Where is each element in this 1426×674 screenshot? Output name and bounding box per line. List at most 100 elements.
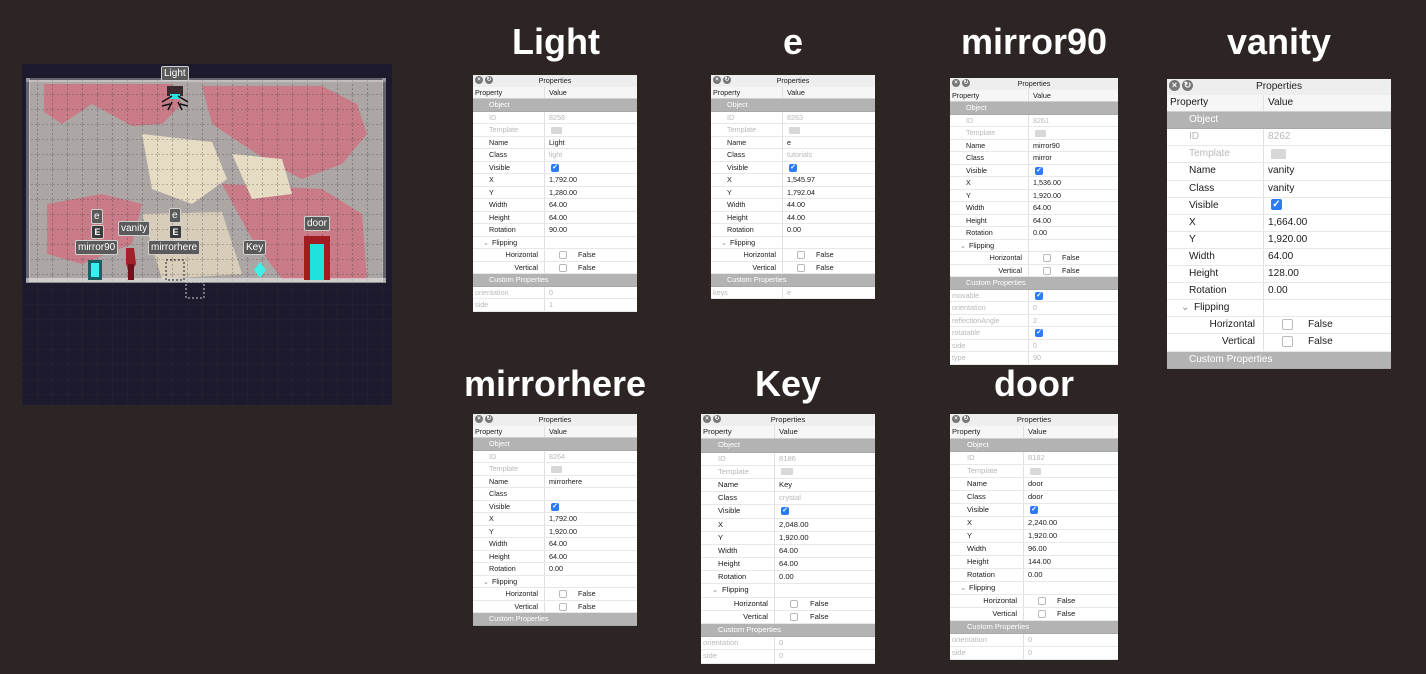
checkbox[interactable] <box>1035 166 1043 175</box>
prop-rotation-value[interactable]: 0.00 <box>1029 227 1118 239</box>
close-icon[interactable]: × <box>1169 80 1180 91</box>
prop-rotation[interactable]: Rotation 90.00 <box>473 224 637 237</box>
section-object[interactable]: Object <box>950 439 1118 452</box>
prop-width-value[interactable]: 64.00 <box>1264 249 1391 265</box>
prop-rotation[interactable]: Rotation 0.00 <box>950 569 1118 582</box>
prop-name[interactable]: Name mirror90 <box>950 139 1118 152</box>
prop-height-value[interactable]: 64.00 <box>545 551 637 563</box>
column-value[interactable]: Value <box>1024 426 1118 438</box>
prop-flip-horizontal[interactable]: Horizontal False <box>473 588 637 601</box>
prop-id[interactable]: ID 8262 <box>1167 129 1391 147</box>
column-value[interactable]: Value <box>775 426 875 438</box>
float-icon[interactable]: ↻ <box>485 415 493 423</box>
prop-x[interactable]: X 2,048.00 <box>701 518 875 532</box>
prop-class-value[interactable] <box>545 488 637 500</box>
chevron-down-icon[interactable]: ⌄ <box>483 237 492 249</box>
map-label-mirror90[interactable]: mirror90 <box>75 240 119 255</box>
section-object[interactable]: Object <box>473 99 637 112</box>
chevron-down-icon[interactable]: ⌄ <box>721 237 730 249</box>
map-label-key[interactable]: Key <box>243 240 267 255</box>
prop-flipping[interactable]: ⌄ Flipping <box>701 584 875 598</box>
prop-height[interactable]: Height 64.00 <box>950 214 1118 227</box>
prop-visible-value[interactable] <box>1264 198 1391 214</box>
column-value[interactable]: Value <box>545 87 637 99</box>
custom-prop-orientation[interactable]: orientation 0 <box>950 634 1118 647</box>
prop-visible-value[interactable] <box>1029 165 1118 177</box>
prop-rotation[interactable]: Rotation 0.00 <box>1167 283 1391 301</box>
prop-class[interactable]: Class tutorials <box>711 149 875 162</box>
checkbox[interactable] <box>551 163 559 172</box>
prop-y-value[interactable]: 1,280.00 <box>545 187 637 199</box>
checkbox[interactable] <box>559 251 567 260</box>
prop-flip-horizontal[interactable]: Horizontal False <box>701 597 875 611</box>
prop-flip-horizontal-value[interactable]: False <box>783 249 875 261</box>
checkbox[interactable] <box>790 599 798 608</box>
prop-y-value[interactable]: 1,920.00 <box>1264 232 1391 248</box>
custom-prop-value[interactable]: 1 <box>545 299 637 311</box>
prop-x[interactable]: X 1,664.00 <box>1167 214 1391 232</box>
prop-y[interactable]: Y 1,920.00 <box>950 530 1118 543</box>
prop-flip-vertical[interactable]: Vertical False <box>701 610 875 624</box>
prop-template[interactable]: Template <box>1167 146 1391 164</box>
map-label-vanity[interactable]: vanity <box>118 221 151 236</box>
prop-class[interactable]: Class vanity <box>1167 180 1391 198</box>
column-value[interactable]: Value <box>1029 90 1118 102</box>
section-custom-properties[interactable]: Custom Properties <box>950 277 1118 290</box>
prop-id[interactable]: ID 8258 <box>473 111 637 124</box>
prop-rotation-value[interactable]: 0.00 <box>1264 283 1391 299</box>
section-object[interactable]: Object <box>1167 112 1391 130</box>
prop-x-value[interactable]: 2,240.00 <box>1024 517 1118 529</box>
section-custom-properties[interactable]: Custom Properties <box>473 613 637 626</box>
custom-prop-movable[interactable]: movable <box>950 289 1118 302</box>
column-property[interactable]: Property <box>473 86 545 98</box>
section-custom-properties[interactable]: Custom Properties <box>1167 351 1391 369</box>
column-value[interactable]: Value <box>545 426 637 438</box>
prop-template[interactable]: Template <box>711 124 875 137</box>
prop-height-value[interactable]: 64.00 <box>545 212 637 224</box>
map-label-e-2[interactable]: e <box>169 208 181 223</box>
prop-template[interactable]: Template <box>701 465 875 479</box>
prop-flip-vertical-value[interactable]: False <box>783 262 875 274</box>
prop-visible-value[interactable] <box>545 501 637 513</box>
custom-prop-value[interactable]: 0 <box>1029 340 1118 352</box>
checkbox[interactable] <box>1035 329 1043 338</box>
prop-class-value[interactable]: mirror <box>1029 152 1118 164</box>
prop-class[interactable]: Class <box>473 488 637 501</box>
prop-height-value[interactable]: 64.00 <box>1029 215 1118 227</box>
prop-visible-value[interactable] <box>775 505 875 517</box>
close-icon[interactable]: × <box>952 415 960 423</box>
custom-prop-reflectionangle[interactable]: reflectionAngle 2 <box>950 314 1118 327</box>
checkbox[interactable] <box>559 590 567 599</box>
float-icon[interactable]: ↻ <box>713 415 721 423</box>
column-value[interactable]: Value <box>783 87 875 99</box>
prop-flip-vertical-value[interactable]: False <box>775 611 875 623</box>
custom-prop-side[interactable]: side 0 <box>701 650 875 664</box>
prop-flip-vertical[interactable]: Vertical False <box>711 261 875 274</box>
custom-prop-value[interactable]: 0 <box>775 637 875 649</box>
checkbox[interactable] <box>781 507 789 516</box>
prop-rotation-value[interactable]: 0.00 <box>545 563 637 575</box>
prop-visible[interactable]: Visible <box>1167 197 1391 215</box>
section-custom-properties[interactable]: Custom Properties <box>711 274 875 287</box>
prop-flip-horizontal[interactable]: Horizontal False <box>1167 317 1391 335</box>
chevron-down-icon[interactable]: ⌄ <box>960 240 969 252</box>
float-icon[interactable]: ↻ <box>1182 80 1193 91</box>
prop-rotation-value[interactable]: 90.00 <box>545 224 637 236</box>
prop-height[interactable]: Height 44.00 <box>711 211 875 224</box>
section-custom-properties[interactable]: Custom Properties <box>473 274 637 287</box>
prop-x[interactable]: X 1,545.97 <box>711 174 875 187</box>
section-object[interactable]: Object <box>950 102 1118 115</box>
prop-width[interactable]: Width 64.00 <box>473 199 637 212</box>
prop-flip-horizontal-value[interactable]: False <box>545 588 637 600</box>
prop-id[interactable]: ID 8182 <box>950 452 1118 465</box>
prop-rotation[interactable]: Rotation 0.00 <box>701 571 875 585</box>
custom-prop-orientation[interactable]: orientation 0 <box>701 637 875 651</box>
prop-flipping[interactable]: ⌄ Flipping <box>950 582 1118 595</box>
prop-name-value[interactable]: e <box>783 137 875 149</box>
prop-y[interactable]: Y 1,920.00 <box>473 525 637 538</box>
section-object[interactable]: Object <box>473 438 637 451</box>
chevron-down-icon[interactable]: ⌄ <box>1181 300 1194 316</box>
prop-flipping[interactable]: ⌄ Flipping <box>473 575 637 588</box>
checkbox[interactable] <box>1043 266 1051 275</box>
prop-flip-horizontal[interactable]: Horizontal False <box>711 249 875 262</box>
